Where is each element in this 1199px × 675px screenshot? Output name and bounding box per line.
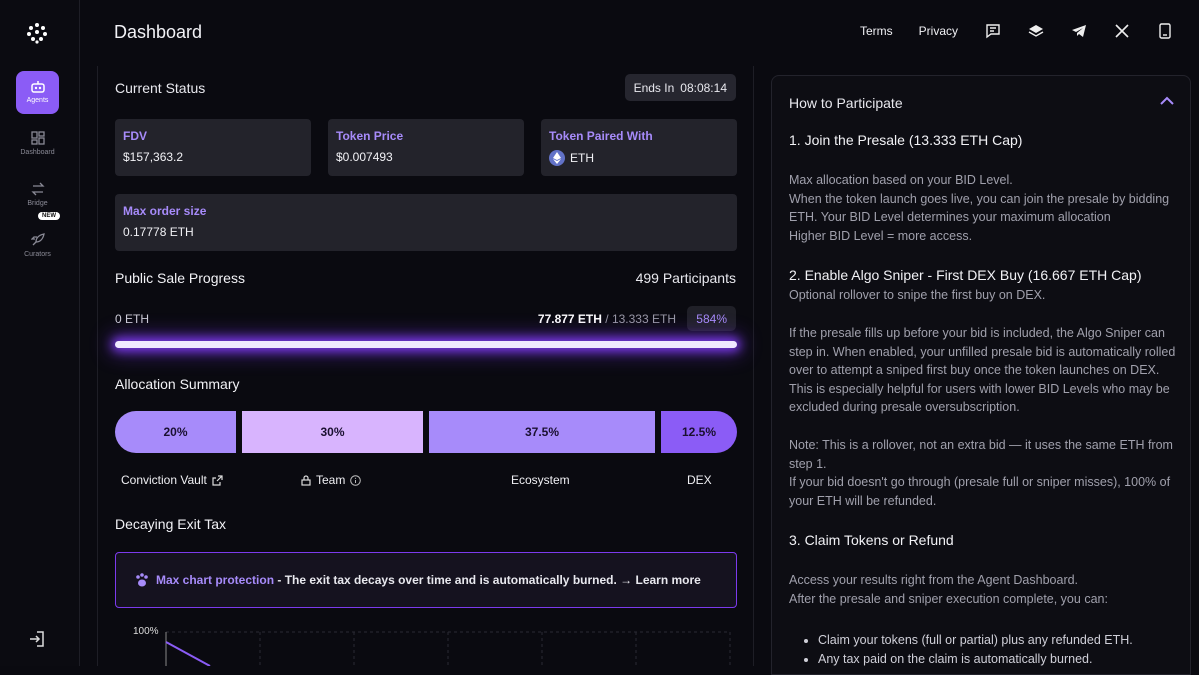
current-status-title: Current Status xyxy=(115,80,206,96)
privacy-link[interactable]: Privacy xyxy=(919,24,958,38)
exit-tax-line xyxy=(165,641,211,666)
layers-icon[interactable] xyxy=(1027,22,1044,39)
token-paired-label: Token Paired With xyxy=(549,129,653,143)
step3-line: Access your results right from the Agent… xyxy=(789,573,1079,587)
token-paired-text: ETH xyxy=(570,151,594,165)
book-icon[interactable] xyxy=(1156,22,1173,39)
swap-icon xyxy=(30,182,45,196)
participate-title: How to Participate xyxy=(789,95,903,111)
participants-count: 499 Participants xyxy=(635,270,736,286)
step2-note-line: Note: This is a rollover, not an extra b… xyxy=(789,438,1173,471)
allocation-summary-title: Allocation Summary xyxy=(115,376,240,392)
step3-line: After the presale and sniper execution c… xyxy=(789,591,1108,606)
team-text: Team xyxy=(316,473,346,487)
sidebar-item-dashboard[interactable]: Dashboard xyxy=(16,122,59,165)
sidebar-item-label: Curators xyxy=(24,251,51,258)
step1-line: Higher BID Level = more access. xyxy=(789,228,973,243)
rocket-icon xyxy=(30,233,45,246)
step3-body: Access your results right from the Agent… xyxy=(789,571,1179,608)
allocation-segment-ecosystem[interactable]: 37.5% xyxy=(429,411,655,453)
ends-label: Ends In xyxy=(633,80,675,95)
ends-value: 08:08:14 xyxy=(680,80,727,95)
allocation-segment-team[interactable]: 30% xyxy=(242,411,423,453)
bot-icon xyxy=(30,81,45,93)
token-price-card: Token Price $0.007493 xyxy=(328,119,524,176)
paw-icon xyxy=(136,573,148,587)
step1-line: Max allocation based on your BID Level. xyxy=(789,173,1013,187)
max-order-card: Max order size 0.17778 ETH xyxy=(115,194,737,251)
sidebar-item-label: Bridge xyxy=(27,200,48,207)
list-item: Claim your tokens (full or partial) plus… xyxy=(818,631,1182,650)
allocation-segment-dex[interactable]: 12.5% xyxy=(661,411,737,453)
step2-title: 2. Enable Algo Sniper - First DEX Buy (1… xyxy=(789,267,1142,283)
exit-tax-plot xyxy=(165,631,731,666)
exit-tax-highlight: Max chart protection xyxy=(156,573,275,587)
progress-raised: 77.877 ETH xyxy=(537,312,602,326)
sidebar-item-label: Agents xyxy=(26,97,49,104)
top-bar: Dashboard Terms Privacy xyxy=(80,0,1199,66)
logo-icon[interactable] xyxy=(26,22,48,44)
top-links: Terms Privacy xyxy=(860,22,1173,39)
sidebar-item-label: Dashboard xyxy=(20,149,55,156)
sidebar: Agents Dashboard Bridge NEW Curators xyxy=(0,0,80,666)
main-panel: Current Status Ends In 08:08:14 FDV $157… xyxy=(97,66,754,666)
exit-tax-title: Decaying Exit Tax xyxy=(115,516,227,532)
how-to-participate-panel: How to Participate 1. Join the Presale (… xyxy=(771,75,1191,675)
step2-paragraph: If the presale fills up before your bid … xyxy=(789,326,1176,415)
page-title: Dashboard xyxy=(114,22,203,42)
progress-cap: / 13.333 ETH xyxy=(605,312,676,326)
token-paired-value: ETH xyxy=(549,150,729,166)
list-item: Any tax paid on the claim is automatical… xyxy=(818,650,1182,669)
step1-title: 1. Join the Presale (13.333 ETH Cap) xyxy=(789,132,1023,148)
logout-icon[interactable] xyxy=(28,630,46,648)
progress-bar xyxy=(115,341,737,348)
step2-subtitle: Optional rollover to snipe the first buy… xyxy=(789,288,1046,302)
progress-percent: 584% xyxy=(687,306,736,331)
fdv-card: FDV $157,363.2 xyxy=(115,119,311,176)
lock-icon xyxy=(301,474,311,486)
step1-line: When the token launch goes live, you can… xyxy=(789,191,1170,225)
team-label: Team xyxy=(301,473,362,487)
exit-tax-banner: Max chart protection - The exit tax deca… xyxy=(115,552,737,608)
conviction-vault-label[interactable]: Conviction Vault xyxy=(121,473,223,487)
x-icon[interactable] xyxy=(1113,22,1130,39)
progress-start: 0 ETH xyxy=(115,312,150,326)
step3-list: Claim your tokens (full or partial) plus… xyxy=(802,631,1182,668)
chat-icon[interactable] xyxy=(984,22,1001,39)
telegram-icon[interactable] xyxy=(1070,22,1087,39)
max-order-value: 0.17778 ETH xyxy=(123,225,194,239)
conviction-vault-text: Conviction Vault xyxy=(121,473,207,487)
progress-amount: 77.877 ETH / 13.333 ETH xyxy=(538,312,676,326)
exit-tax-text: - The exit tax decays over time and is a… xyxy=(274,573,636,587)
new-badge: NEW xyxy=(38,212,60,220)
dex-label: DEX xyxy=(687,473,712,487)
chevron-up-icon[interactable] xyxy=(1160,96,1174,105)
terms-link[interactable]: Terms xyxy=(860,24,893,38)
token-paired-card: Token Paired With ETH xyxy=(541,119,737,176)
exit-tax-chart: 100% xyxy=(115,622,737,666)
allocation-segment-conviction[interactable]: 20% xyxy=(115,411,236,453)
step1-body: Max allocation based on your BID Level. … xyxy=(789,171,1179,245)
sidebar-item-agents[interactable]: Agents xyxy=(16,71,59,114)
learn-more-link[interactable]: Learn more xyxy=(635,573,700,587)
step3-title: 3. Claim Tokens or Refund xyxy=(789,532,954,548)
ethereum-icon xyxy=(549,150,565,166)
max-order-label: Max order size xyxy=(123,204,207,218)
grid-icon xyxy=(30,131,45,145)
info-icon[interactable] xyxy=(350,474,362,486)
chart-gridlines xyxy=(166,631,731,666)
sidebar-item-curators[interactable]: NEW Curators xyxy=(16,212,60,267)
fdv-value: $157,363.2 xyxy=(123,150,184,164)
external-link-icon xyxy=(212,474,223,486)
countdown-badge: Ends In 08:08:14 xyxy=(624,74,736,101)
step2-note-line: If your bid doesn't go through (presale … xyxy=(789,475,1171,508)
sidebar-item-bridge[interactable]: Bridge xyxy=(16,173,59,216)
ecosystem-label: Ecosystem xyxy=(511,473,570,487)
token-price-label: Token Price xyxy=(336,129,404,143)
step2-note: Note: This is a rollover, not an extra b… xyxy=(789,436,1179,510)
sale-progress-title: Public Sale Progress xyxy=(115,270,245,286)
fdv-label: FDV xyxy=(123,129,147,143)
token-price-value: $0.007493 xyxy=(336,150,393,164)
